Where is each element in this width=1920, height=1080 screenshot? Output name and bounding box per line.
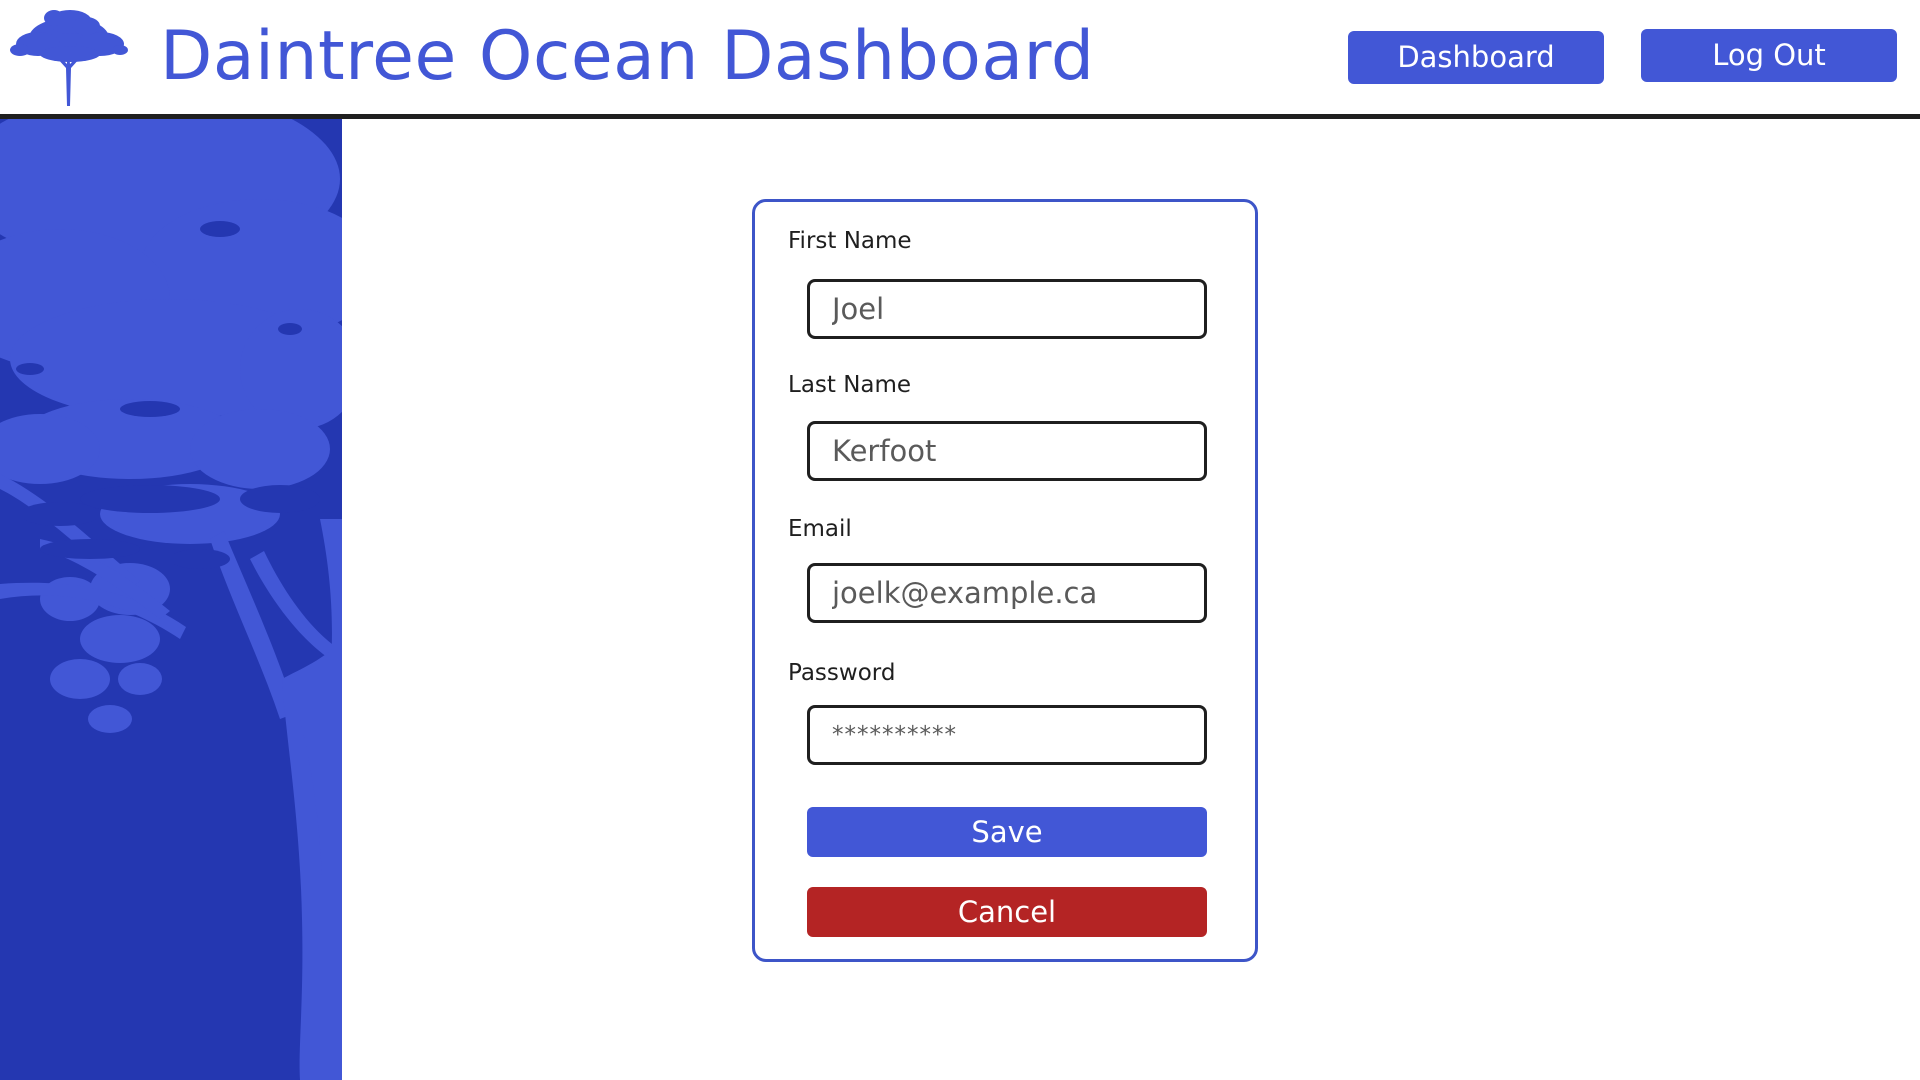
last-name-field[interactable]: [807, 421, 1207, 481]
email-label: Email: [788, 516, 852, 542]
first-name-label: First Name: [788, 228, 912, 254]
first-name-field[interactable]: [807, 279, 1207, 339]
profile-form-card: First Name Last Name Email Password Save…: [752, 199, 1258, 962]
tree-icon: [10, 8, 128, 106]
save-button[interactable]: Save: [807, 807, 1207, 857]
password-label: Password: [788, 660, 896, 686]
app-header: Daintree Ocean Dashboard Dashboard Log O…: [0, 0, 1920, 114]
email-field[interactable]: [807, 563, 1207, 623]
last-name-label: Last Name: [788, 372, 912, 398]
log-out-button[interactable]: Log Out: [1641, 29, 1897, 82]
cancel-button[interactable]: Cancel: [807, 887, 1207, 937]
password-field[interactable]: [807, 705, 1207, 765]
dashboard-button[interactable]: Dashboard: [1348, 31, 1604, 84]
sidebar-tree-decoration: [0, 119, 342, 1080]
app-title: Daintree Ocean Dashboard: [160, 17, 1095, 96]
